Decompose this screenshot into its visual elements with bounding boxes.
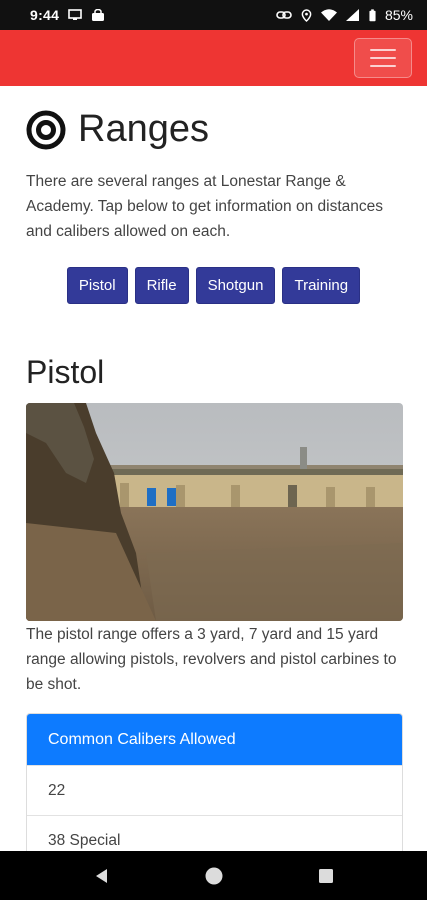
intro-text: There are several ranges at Lonestar Ran… xyxy=(26,173,383,240)
calibers-card: Common Calibers Allowed 22 38 Special xyxy=(26,713,403,851)
battery-icon xyxy=(369,8,376,21)
signal-icon xyxy=(345,9,359,21)
link-icon xyxy=(276,11,292,19)
status-left: 9:44 xyxy=(30,7,105,23)
top-navbar xyxy=(0,30,427,86)
shotgun-range-button[interactable]: Shotgun xyxy=(195,267,276,304)
location-icon xyxy=(301,8,312,22)
hamburger-menu-icon-line-1 xyxy=(370,49,396,51)
range-button-row: Pistol Rifle Shotgun Training xyxy=(0,267,427,304)
page-title: Ranges xyxy=(26,108,209,151)
target-bullseye-icon xyxy=(26,110,66,149)
recents-square-icon[interactable] xyxy=(316,866,336,886)
hamburger-menu-button[interactable] xyxy=(354,38,412,78)
hamburger-menu-icon-line-3 xyxy=(370,65,396,67)
pistol-section-title: Pistol xyxy=(26,354,105,390)
main-content[interactable]: Ranges There are several ranges at Lones… xyxy=(0,86,427,851)
back-triangle-icon[interactable] xyxy=(92,866,112,886)
android-navigation-bar xyxy=(0,851,427,900)
hamburger-menu-icon-line-2 xyxy=(370,57,396,59)
battery-percent: 85% xyxy=(384,7,413,23)
wifi-icon xyxy=(320,9,337,21)
bag-notification-icon xyxy=(92,9,105,21)
rifle-range-button[interactable]: Rifle xyxy=(134,267,189,304)
status-right: 85% xyxy=(276,7,413,23)
pistol-range-button[interactable]: Pistol xyxy=(66,267,128,304)
status-time: 9:44 xyxy=(30,7,60,23)
pistol-description: The pistol range offers a 3 yard, 7 yard… xyxy=(26,626,397,693)
pistol-range-photo xyxy=(26,403,403,621)
home-circle-icon[interactable] xyxy=(204,866,224,886)
status-bar: 9:44 85% xyxy=(0,0,427,30)
page-title-text: Ranges xyxy=(78,108,209,150)
training-range-button[interactable]: Training xyxy=(282,267,361,304)
caliber-list-item: 22 xyxy=(27,765,402,815)
caliber-list-item: 38 Special xyxy=(27,815,402,851)
cast-notification-icon xyxy=(68,9,83,20)
calibers-card-header: Common Calibers Allowed xyxy=(27,714,402,765)
